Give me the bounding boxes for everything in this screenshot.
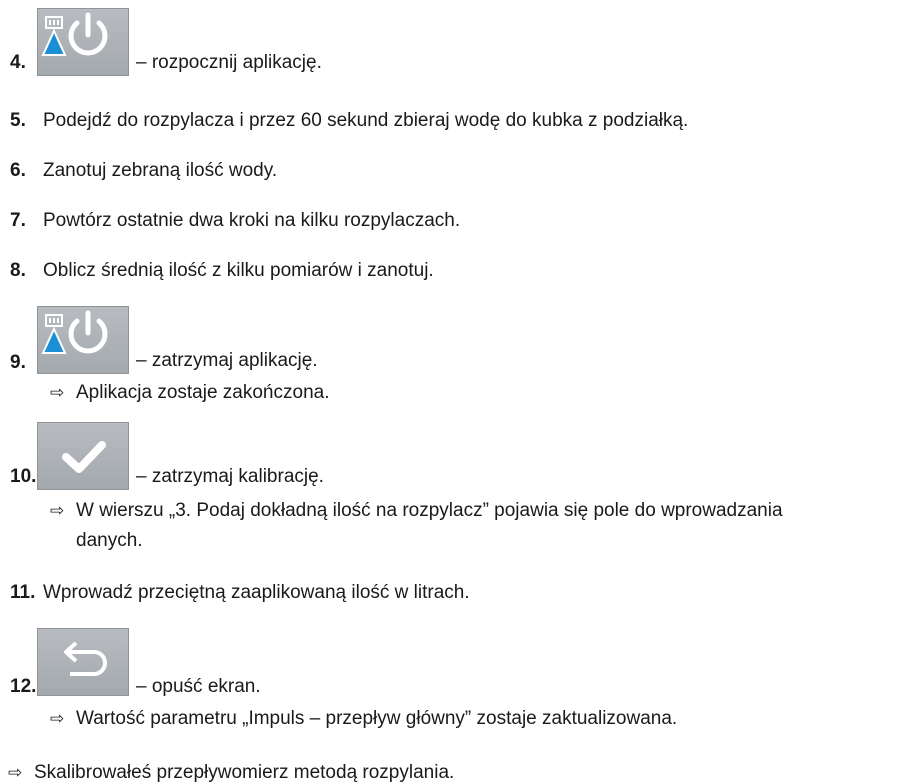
arrow-icon: ⇨ — [50, 501, 65, 521]
step-text: – opuść ekran. — [136, 676, 261, 697]
spray-stop-icon — [41, 310, 108, 354]
step-text: Powtórz ostatnie dwa kroki na kilku rozp… — [43, 210, 461, 231]
step-text: Zanotuj zebraną ilość wody. — [43, 160, 278, 181]
final-result-line: ⇨ Skalibrowałeś przepływomierz metodą roz… — [8, 762, 454, 784]
step-number: 10. — [10, 466, 37, 487]
step-number: 6. — [10, 160, 26, 181]
result-text: Wartość parametru „Impuls – przepływ głó… — [76, 708, 678, 729]
step-text: – rozpocznij aplikację. — [136, 52, 322, 73]
step-number: 5. — [10, 110, 26, 131]
step-number: 8. — [10, 260, 26, 281]
step-text: Oblicz średnią ilość z kilku pomiarów i … — [43, 260, 434, 281]
arrow-icon: ⇨ — [50, 709, 65, 729]
result-text-cont: danych. — [76, 530, 143, 551]
back-button[interactable] — [37, 628, 129, 696]
result-line: ⇨ Aplikacja zostaje zakończona. — [50, 382, 329, 404]
result-text: W wierszu „3. Podaj dokładną ilość na ro… — [76, 500, 783, 521]
spray-stop-button[interactable] — [37, 306, 129, 374]
step-text: – zatrzymaj kalibrację. — [136, 466, 324, 487]
arrow-icon: ⇨ — [50, 383, 65, 403]
step-number: 4. — [10, 52, 26, 73]
confirm-button[interactable] — [37, 422, 129, 490]
result-line: ⇨ Wartość parametru „Impuls – przepływ gł… — [50, 708, 677, 730]
step-number: 9. — [10, 352, 26, 373]
back-icon — [64, 641, 107, 676]
step-text: – zatrzymaj aplikację. — [136, 350, 318, 371]
step-number: 11. — [10, 582, 36, 603]
step-text: Wprowadź przeciętną zaaplikowaną ilość w… — [43, 582, 470, 603]
spray-start-button[interactable] — [37, 8, 129, 76]
step-number: 7. — [10, 210, 26, 231]
result-line: ⇨ W wierszu „3. Podaj dokładną ilość na r… — [50, 500, 783, 522]
arrow-icon: ⇨ — [8, 763, 23, 783]
checkmark-icon — [62, 441, 106, 473]
result-text: Aplikacja zostaje zakończona. — [76, 382, 330, 403]
step-number: 12. — [10, 676, 37, 697]
step-text: Podejdź do rozpylacza i przez 60 sekund … — [43, 110, 689, 131]
spray-start-icon — [41, 12, 108, 56]
